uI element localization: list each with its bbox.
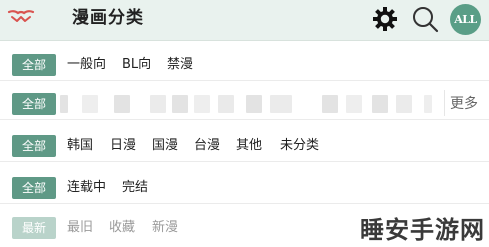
more-button[interactable]: 更多	[450, 93, 478, 115]
gear-icon[interactable]	[372, 6, 398, 32]
filter-option[interactable]: 一般向	[67, 54, 106, 76]
blurred-option	[372, 95, 388, 113]
sort-tag-newest[interactable]: 最新	[12, 217, 56, 239]
blurred-option	[194, 95, 210, 113]
filter-tag-all[interactable]: 全部	[12, 177, 56, 199]
blurred-option	[150, 95, 166, 113]
filter-option[interactable]: 完结	[122, 177, 148, 199]
blurred-option	[424, 95, 432, 113]
sort-option[interactable]: 最旧	[67, 217, 93, 239]
blurred-option	[396, 95, 412, 113]
logo-icon[interactable]	[6, 7, 36, 29]
avatar[interactable]: ALL	[450, 4, 481, 35]
blurred-option	[322, 95, 338, 113]
filter-option[interactable]: 日漫	[110, 135, 136, 157]
filter-tag-all[interactable]: 全部	[12, 135, 56, 157]
blurred-option	[172, 95, 188, 113]
divider	[444, 90, 445, 116]
sort-option[interactable]: 新漫	[152, 217, 178, 239]
filter-row-genre: 全部 更多	[0, 85, 489, 120]
blurred-option	[270, 95, 292, 113]
blurred-option	[246, 95, 262, 113]
filter-option[interactable]: 台漫	[194, 135, 220, 157]
search-icon[interactable]	[411, 5, 439, 33]
page-title: 漫画分类	[72, 8, 144, 28]
sort-option[interactable]: 收藏	[109, 217, 135, 239]
filter-option[interactable]: BL向	[122, 54, 151, 76]
app-header: 漫画分类 ALL	[0, 0, 489, 41]
filter-tag-all[interactable]: 全部	[12, 54, 56, 76]
filter-option[interactable]: 连载中	[67, 177, 106, 199]
filter-row-region: 全部 韩国 日漫 国漫 台漫 其他 未分类	[0, 127, 489, 162]
blurred-option	[346, 95, 362, 113]
filter-option[interactable]: 禁漫	[167, 54, 193, 76]
filter-option[interactable]: 国漫	[152, 135, 178, 157]
blurred-option	[218, 95, 234, 113]
filter-tag-all[interactable]: 全部	[12, 93, 56, 115]
filter-option[interactable]: 韩国	[67, 135, 93, 157]
filter-option[interactable]: 其他	[236, 135, 262, 157]
blurred-option	[82, 95, 98, 113]
watermark-text: 睡安手游网	[360, 216, 485, 244]
filter-row-audience: 全部 一般向 BL向 禁漫	[0, 46, 489, 81]
blurred-option	[114, 95, 130, 113]
filter-option[interactable]: 未分类	[280, 135, 319, 157]
filter-row-status: 全部 连载中 完结	[0, 169, 489, 204]
blurred-option	[60, 95, 68, 113]
